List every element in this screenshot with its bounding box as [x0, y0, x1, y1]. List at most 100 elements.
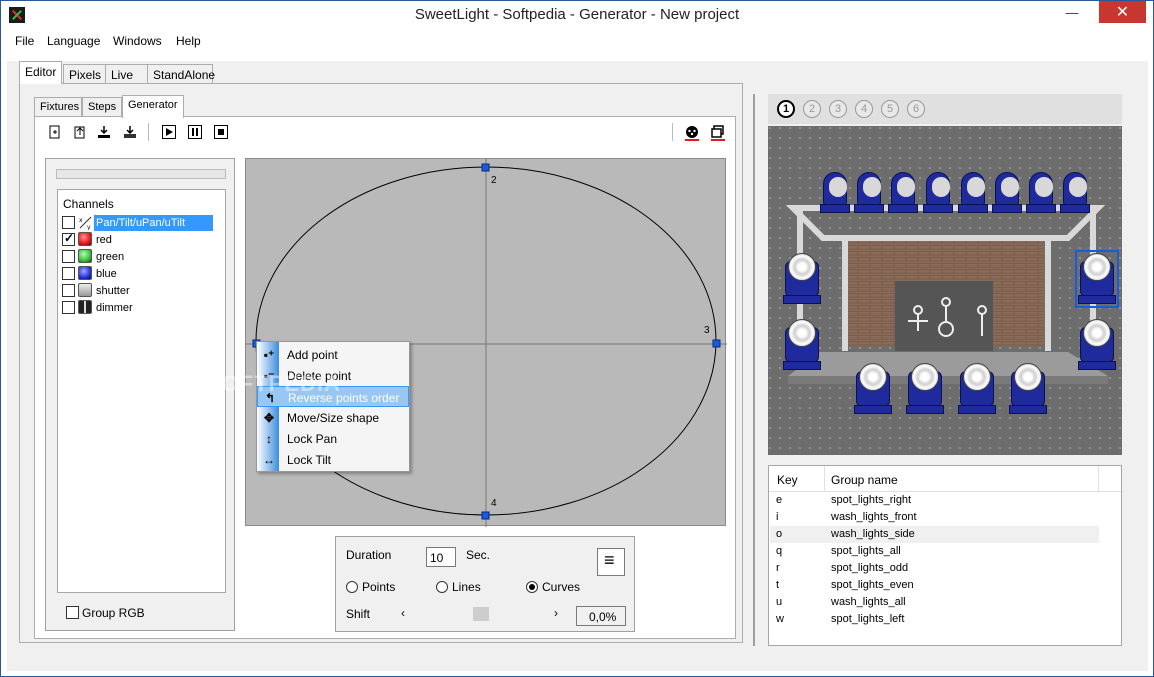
scene-tab-3[interactable]: 3 [829, 100, 847, 118]
context-menu: ▪⁺ Add point ▪⁻ Delete point ↰ Reverse p… [256, 341, 410, 472]
dimmer-icon [78, 300, 92, 314]
radio-points[interactable] [346, 581, 358, 593]
scroll-right-icon[interactable]: › [554, 606, 558, 620]
wash-light[interactable] [1009, 363, 1047, 415]
channels-title: Channels [63, 197, 114, 211]
checkbox[interactable] [62, 301, 75, 314]
point-label: 2 [491, 175, 497, 186]
spot-light[interactable] [1060, 170, 1090, 214]
table-row[interactable]: w spot_lights_left [770, 611, 1120, 628]
tab-generator[interactable]: Generator [122, 95, 184, 118]
radio-lines-label: Lines [452, 580, 481, 594]
pan-tilt-icon: xy [79, 216, 92, 230]
stage-view[interactable] [768, 126, 1122, 455]
table-row[interactable]: o wash_lights_side [770, 526, 1099, 543]
menu-file[interactable]: File [15, 34, 34, 48]
duration-input[interactable]: 10 [426, 547, 456, 567]
wash-light[interactable] [1078, 319, 1116, 371]
radio-lines[interactable] [436, 581, 448, 593]
scene-tab-1[interactable]: 1 [777, 100, 795, 118]
spot-light[interactable] [1026, 170, 1056, 214]
duration-label: Duration [346, 548, 392, 562]
table-row[interactable]: e spot_lights_right [770, 492, 1120, 509]
scene-tab-5[interactable]: 5 [881, 100, 899, 118]
menu-item-move-size[interactable]: ✥ Move/Size shape [257, 407, 409, 428]
hamburger-icon: ≡ [604, 550, 615, 570]
dmx-icon[interactable] [684, 125, 700, 141]
stop-icon[interactable] [214, 125, 228, 139]
close-button[interactable]: ✕ [1099, 1, 1146, 23]
group-rgb-checkbox[interactable] [66, 606, 79, 619]
table-row[interactable]: i wash_lights_front [770, 509, 1120, 526]
menu-item-lock-pan[interactable]: ↕ Lock Pan [257, 428, 409, 449]
spot-light[interactable] [820, 170, 850, 214]
minimize-button[interactable]: — [1059, 1, 1085, 23]
wash-light[interactable] [783, 319, 821, 371]
checkbox[interactable] [62, 250, 75, 263]
header-group-name[interactable]: Group name [831, 473, 898, 487]
shift-value-box: 0,0% [576, 606, 626, 626]
add-point-icon: ▪⁺ [263, 348, 275, 362]
channel-label: Pan/Tilt/uPan/uTilt [96, 217, 186, 229]
menu-help[interactable]: Help [176, 34, 201, 48]
table-row[interactable]: u wash_lights_all [770, 594, 1120, 611]
scene-tab-4[interactable]: 4 [855, 100, 873, 118]
import-icon[interactable] [97, 125, 111, 139]
windows-icon[interactable] [710, 125, 726, 141]
scroll-left-icon[interactable]: ‹ [401, 606, 405, 620]
window-title: SweetLight - Softpedia - Generator - New… [414, 6, 740, 23]
spot-light[interactable] [888, 170, 918, 214]
svg-text:x: x [79, 217, 83, 224]
wash-light[interactable] [854, 363, 892, 415]
menu-windows[interactable]: Windows [113, 34, 162, 48]
menu-item-lock-tilt[interactable]: ↔ Lock Tilt [257, 449, 409, 470]
tab-pixels[interactable]: Pixels [63, 64, 106, 84]
open-file-icon[interactable] [73, 125, 87, 139]
table-row[interactable]: t spot_lights_even [770, 577, 1120, 594]
scene-tab-bar [768, 94, 1122, 124]
app-window: SweetLight - Softpedia - Generator - New… [0, 0, 1154, 677]
shift-slider-thumb[interactable] [473, 607, 489, 621]
radio-curves[interactable] [526, 581, 538, 593]
wash-light[interactable] [958, 363, 996, 415]
checkbox[interactable] [62, 231, 75, 246]
checkbox[interactable] [62, 284, 75, 297]
header-key[interactable]: Key [777, 473, 798, 487]
spot-light[interactable] [992, 170, 1022, 214]
channel-label: dimmer [96, 302, 133, 314]
spot-light[interactable] [923, 170, 953, 214]
tab-fixtures[interactable]: Fixtures [34, 97, 82, 117]
checkbox[interactable] [62, 216, 75, 229]
play-icon[interactable] [162, 125, 176, 139]
column-divider[interactable] [1098, 466, 1099, 492]
menu-language[interactable]: Language [47, 34, 100, 48]
scene-tab-6[interactable]: 6 [907, 100, 925, 118]
menu-item-add-point[interactable]: ▪⁺ Add point [257, 344, 409, 365]
checkbox[interactable] [62, 267, 75, 280]
spot-light[interactable] [854, 170, 884, 214]
wash-light[interactable] [906, 363, 944, 415]
tab-standalone[interactable]: StandAlone [147, 64, 215, 84]
tab-editor[interactable]: Editor [19, 61, 62, 84]
wash-light[interactable] [783, 253, 821, 305]
tab-steps[interactable]: Steps [82, 97, 122, 117]
green-color-icon [78, 249, 92, 263]
point-label: 3 [704, 325, 710, 336]
spot-light[interactable] [958, 170, 988, 214]
move-icon: ✥ [263, 411, 275, 425]
new-file-icon[interactable] [48, 125, 62, 139]
point-handle [481, 163, 490, 172]
table-row[interactable]: r spot_lights_odd [770, 560, 1120, 577]
export-icon[interactable] [123, 125, 137, 139]
scene-tab-2[interactable]: 2 [803, 100, 821, 118]
tab-live[interactable]: Live [105, 64, 148, 84]
pause-icon[interactable] [188, 125, 202, 139]
channel-label: blue [96, 268, 117, 280]
column-divider[interactable] [824, 466, 825, 492]
menu-button[interactable]: ≡ [597, 548, 625, 576]
table-row[interactable]: q spot_lights_all [770, 543, 1120, 560]
shift-label: Shift [346, 607, 371, 621]
panel-splitter[interactable] [753, 94, 755, 646]
wash-light-selected[interactable] [1075, 250, 1119, 308]
point-handle [481, 511, 490, 520]
